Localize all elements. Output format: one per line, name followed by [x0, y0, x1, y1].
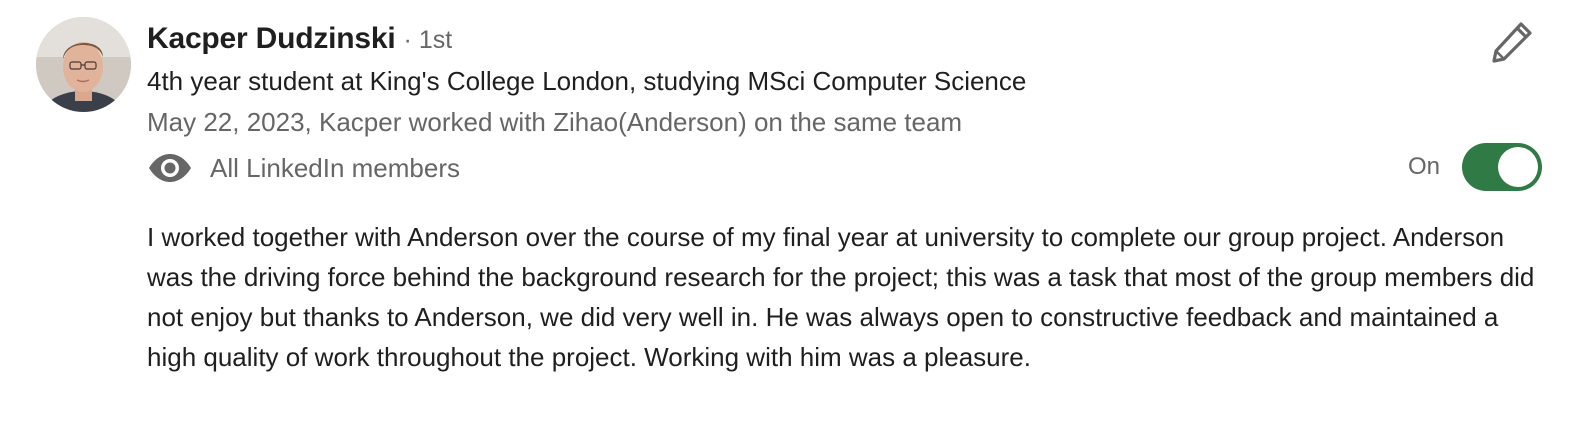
author-avatar[interactable] [36, 17, 131, 112]
visibility-toggle-row: On [1408, 143, 1543, 191]
connection-degree: · 1st [403, 26, 453, 54]
author-name[interactable]: Kacper Dudzinski [147, 22, 396, 56]
toggle-knob [1498, 147, 1539, 187]
visibility-setting: All LinkedIn members [147, 150, 460, 186]
pencil-icon[interactable] [1490, 20, 1534, 64]
recommendation-meta: May 22, 2023, Kacper worked with Zihao(A… [147, 107, 963, 137]
recommendation-text: I worked together with Anderson over the… [147, 222, 1535, 372]
avatar-photo [36, 17, 131, 112]
visibility-toggle[interactable] [1462, 143, 1543, 191]
toggle-state-label: On [1408, 153, 1441, 180]
author-name-row: Kacper Dudzinski · 1st [147, 22, 452, 62]
recommendation-card: Kacper Dudzinski · 1st 4th year student … [0, 0, 1580, 430]
visibility-label: All LinkedIn members [210, 152, 460, 183]
eye-icon [147, 153, 193, 183]
author-headline: 4th year student at King's College Londo… [147, 66, 1027, 96]
